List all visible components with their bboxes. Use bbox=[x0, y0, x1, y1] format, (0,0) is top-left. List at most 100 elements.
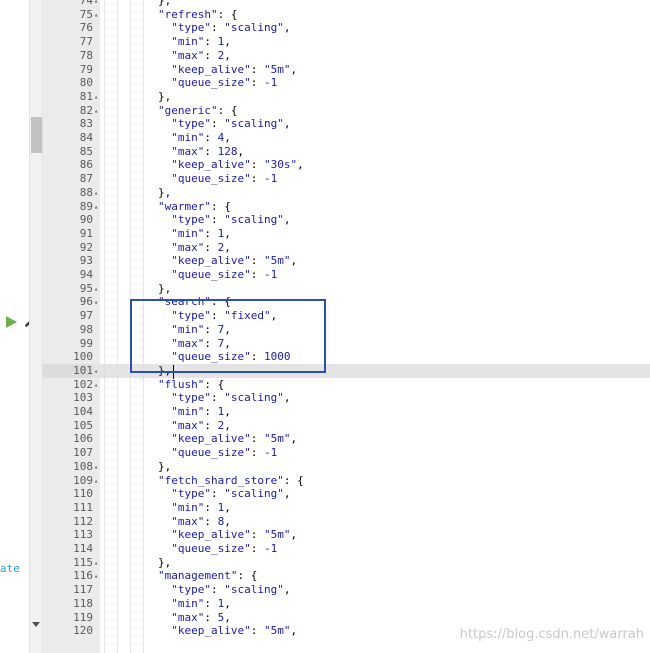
line-number: 111 bbox=[73, 500, 93, 514]
line-number: 76 bbox=[79, 21, 93, 35]
code-line[interactable]: 80 "queue_size": -1 bbox=[43, 76, 650, 90]
code-line[interactable]: 86 "keep_alive": "30s", bbox=[43, 158, 650, 172]
code-text: "queue_size": -1 bbox=[171, 446, 278, 460]
line-number: 110 bbox=[73, 487, 93, 501]
code-line[interactable]: 116 ▴ "management": { bbox=[43, 569, 650, 583]
code-line[interactable]: 81 ▴}, bbox=[43, 90, 650, 104]
line-number: 97 bbox=[79, 309, 93, 323]
fold-arrow-icon[interactable]: ▴ bbox=[94, 104, 98, 118]
code-line[interactable]: 119 "max": 5, bbox=[43, 611, 650, 625]
left-pane-link[interactable]: ate bbox=[0, 562, 20, 576]
code-line[interactable]: 83 "type": "scaling", bbox=[43, 117, 650, 131]
run-icon[interactable] bbox=[4, 315, 18, 329]
code-line[interactable]: 92 "max": 2, bbox=[43, 241, 650, 255]
code-line[interactable]: 79 "keep_alive": "5m", bbox=[43, 63, 650, 77]
scrollbar-thumb[interactable] bbox=[31, 117, 42, 153]
line-number: 86 bbox=[79, 158, 93, 172]
code-line[interactable]: 76 "type": "scaling", bbox=[43, 21, 650, 35]
code-line[interactable]: 87 "queue_size": -1 bbox=[43, 172, 650, 186]
code-text: "min": 1, bbox=[171, 35, 231, 49]
code-text: }, bbox=[158, 555, 172, 569]
line-number: 108 bbox=[73, 459, 93, 473]
fold-arrow-icon[interactable]: ▴ bbox=[94, 90, 98, 104]
fold-arrow-icon[interactable]: ▴ bbox=[94, 295, 98, 309]
code-text: }, bbox=[158, 459, 172, 473]
code-line[interactable]: 75 ▴ "refresh": { bbox=[43, 8, 650, 22]
fold-arrow-icon[interactable]: ▴ bbox=[94, 556, 98, 570]
line-number: 112 bbox=[73, 514, 93, 528]
code-line[interactable]: 88 ▴}, bbox=[43, 186, 650, 200]
line-number: 101 bbox=[43, 363, 93, 378]
code-text: "keep_alive": "5m", bbox=[171, 432, 298, 446]
code-line[interactable]: 93 "keep_alive": "5m", bbox=[43, 254, 650, 268]
code-line[interactable]: 105 "max": 2, bbox=[43, 419, 650, 433]
line-number: 115 bbox=[73, 555, 93, 569]
code-line[interactable]: 104 "min": 1, bbox=[43, 405, 650, 419]
line-number: 105 bbox=[73, 418, 93, 432]
code-line[interactable]: 117 "type": "scaling", bbox=[43, 583, 650, 597]
fold-arrow-icon[interactable]: ▴ bbox=[94, 460, 98, 474]
code-text: "keep_alive": "30s", bbox=[171, 158, 304, 172]
line-number: 120 bbox=[73, 624, 93, 638]
code-text: "max": 128, bbox=[171, 144, 245, 158]
fold-arrow-icon[interactable]: ▴ bbox=[94, 378, 98, 392]
fold-arrow-icon[interactable]: ▴ bbox=[94, 186, 98, 200]
code-line[interactable]: 110 "type": "scaling", bbox=[43, 487, 650, 501]
code-text: "min": 1, bbox=[171, 226, 231, 240]
code-line[interactable]: 78 "max": 2, bbox=[43, 49, 650, 63]
code-text: }, bbox=[158, 185, 172, 199]
code-line[interactable]: 82 ▴ "generic": { bbox=[43, 104, 650, 118]
code-line[interactable]: 91 "min": 1, bbox=[43, 227, 650, 241]
code-line[interactable]: 109 ▴ "fetch_shard_store": { bbox=[43, 474, 650, 488]
line-number: 109 bbox=[73, 473, 93, 487]
code-line[interactable]: 111 "min": 1, bbox=[43, 501, 650, 515]
line-number: 103 bbox=[73, 391, 93, 405]
fold-arrow-icon[interactable]: ▴ bbox=[94, 282, 98, 296]
code-line[interactable]: 108 ▴}, bbox=[43, 460, 650, 474]
code-text: "max": 2, bbox=[171, 240, 231, 254]
fold-arrow-icon[interactable]: ▴ bbox=[94, 569, 98, 583]
code-text: "keep_alive": "5m", bbox=[171, 254, 298, 268]
line-number: 78 bbox=[79, 48, 93, 62]
line-number: 116 bbox=[73, 569, 93, 583]
line-number: 92 bbox=[79, 240, 93, 254]
code-line[interactable]: 77 "min": 1, bbox=[43, 35, 650, 49]
code-line[interactable]: 84 "min": 4, bbox=[43, 131, 650, 145]
code-line[interactable]: 107 "queue_size": -1 bbox=[43, 446, 650, 460]
code-line[interactable]: 90 "type": "scaling", bbox=[43, 213, 650, 227]
code-line[interactable]: 118 "min": 1, bbox=[43, 597, 650, 611]
code-line[interactable]: 115 ▴}, bbox=[43, 556, 650, 570]
line-number: 85 bbox=[79, 144, 93, 158]
code-line[interactable]: 114 "queue_size": -1 bbox=[43, 542, 650, 556]
vertical-scrollbar[interactable] bbox=[29, 0, 43, 653]
line-number: 107 bbox=[73, 446, 93, 460]
code-text: "min": 1, bbox=[171, 405, 231, 418]
line-number: 94 bbox=[79, 268, 93, 281]
code-text: "type": "scaling", bbox=[171, 213, 291, 227]
code-line[interactable]: 89 ▴ "warmer": { bbox=[43, 200, 650, 214]
line-number: 119 bbox=[73, 610, 93, 624]
code-line[interactable]: 106 "keep_alive": "5m", bbox=[43, 432, 650, 446]
watermark: https://blog.csdn.net/warrah bbox=[459, 627, 644, 642]
code-text: "queue_size": -1 bbox=[171, 172, 278, 186]
code-text: }, bbox=[158, 89, 172, 103]
fold-arrow-icon[interactable]: ▴ bbox=[94, 8, 98, 22]
code-line[interactable]: 103 "type": "scaling", bbox=[43, 391, 650, 405]
code-text: "refresh": { bbox=[158, 7, 238, 21]
code-line[interactable]: 112 "max": 8, bbox=[43, 515, 650, 529]
code-line[interactable]: 113 "keep_alive": "5m", bbox=[43, 528, 650, 542]
line-number: 88 bbox=[79, 185, 93, 199]
fold-arrow-icon[interactable]: ▴ bbox=[94, 364, 98, 378]
line-number: 90 bbox=[79, 213, 93, 227]
code-text: "type": "scaling", bbox=[171, 117, 291, 131]
code-text: "keep_alive": "5m", bbox=[171, 62, 298, 76]
code-line[interactable]: 85 "max": 128, bbox=[43, 145, 650, 159]
fold-arrow-icon[interactable]: ▴ bbox=[94, 474, 98, 488]
code-line[interactable]: 102 ▴ "flush": { bbox=[43, 378, 650, 392]
code-line[interactable]: 95 ▴}, bbox=[43, 282, 650, 296]
code-line[interactable]: 94 "queue_size": -1 bbox=[43, 268, 650, 282]
fold-arrow-icon[interactable]: ▴ bbox=[94, 200, 98, 214]
scroll-down-arrow-icon[interactable] bbox=[32, 622, 40, 627]
code-text: "min": 1, bbox=[171, 500, 231, 514]
code-text: "type": "scaling", bbox=[171, 391, 291, 405]
